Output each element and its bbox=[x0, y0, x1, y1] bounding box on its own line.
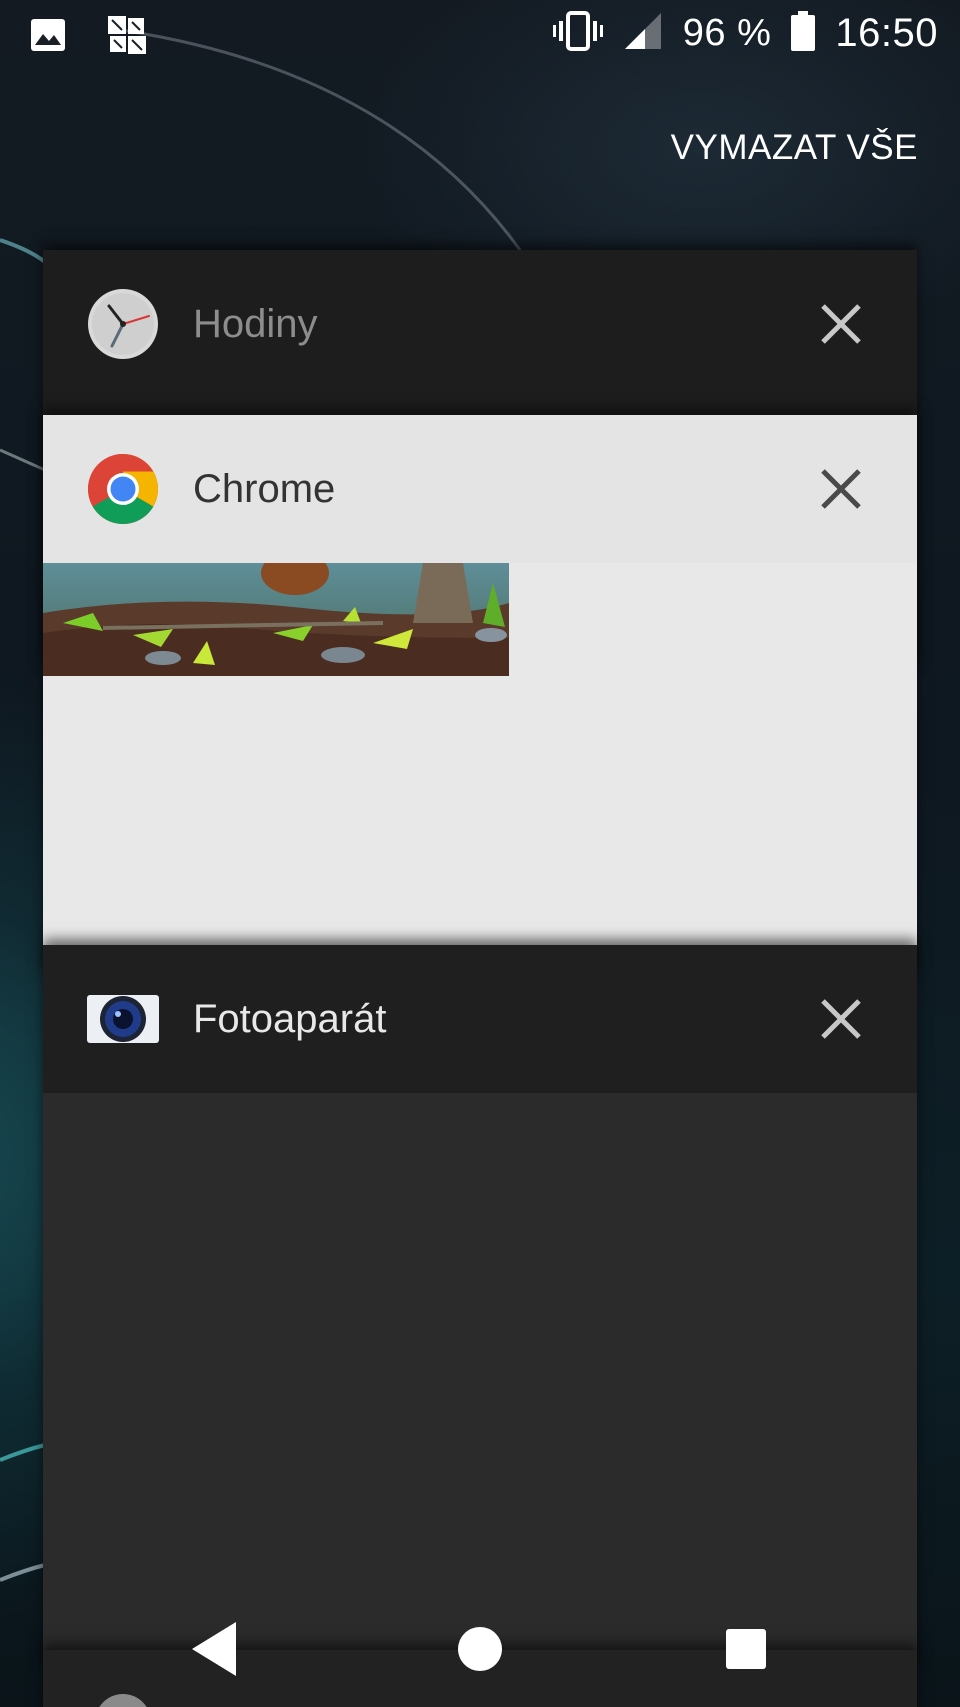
clear-all-button[interactable]: VYMAZAT VŠE bbox=[671, 128, 918, 168]
home-icon[interactable] bbox=[435, 1614, 525, 1684]
battery-percent: 96 % bbox=[682, 11, 772, 54]
back-icon[interactable] bbox=[170, 1614, 260, 1684]
app-notification-icon bbox=[106, 14, 148, 61]
page-preview bbox=[43, 563, 917, 975]
close-icon[interactable] bbox=[811, 989, 871, 1049]
card-title: Chrome bbox=[193, 467, 336, 511]
close-icon[interactable] bbox=[811, 459, 871, 519]
card-title: Fotoaparát bbox=[193, 997, 387, 1041]
battery-icon bbox=[791, 10, 816, 56]
video-thumbnail bbox=[43, 563, 509, 676]
card-header: Hodiny bbox=[43, 250, 917, 398]
card-title: Hodiny bbox=[193, 302, 318, 346]
signal-icon bbox=[623, 11, 663, 56]
vibrate-icon bbox=[552, 10, 603, 56]
chrome-icon bbox=[87, 453, 159, 525]
card-header: Chrome bbox=[43, 415, 917, 563]
navigation-bar bbox=[0, 1590, 960, 1707]
status-bar: 96 % 16:50 bbox=[0, 0, 960, 66]
clock: 16:50 bbox=[835, 10, 938, 55]
recents-icon[interactable] bbox=[700, 1614, 790, 1684]
clock-icon bbox=[87, 288, 159, 360]
card-header: Fotoaparát bbox=[43, 945, 917, 1093]
recent-card-chrome[interactable]: Chrome bbox=[43, 415, 917, 975]
camera-icon bbox=[87, 983, 159, 1055]
close-icon[interactable] bbox=[811, 294, 871, 354]
image-icon bbox=[30, 18, 66, 57]
recent-card-fotoaparat[interactable]: Fotoaparát bbox=[43, 945, 917, 1665]
